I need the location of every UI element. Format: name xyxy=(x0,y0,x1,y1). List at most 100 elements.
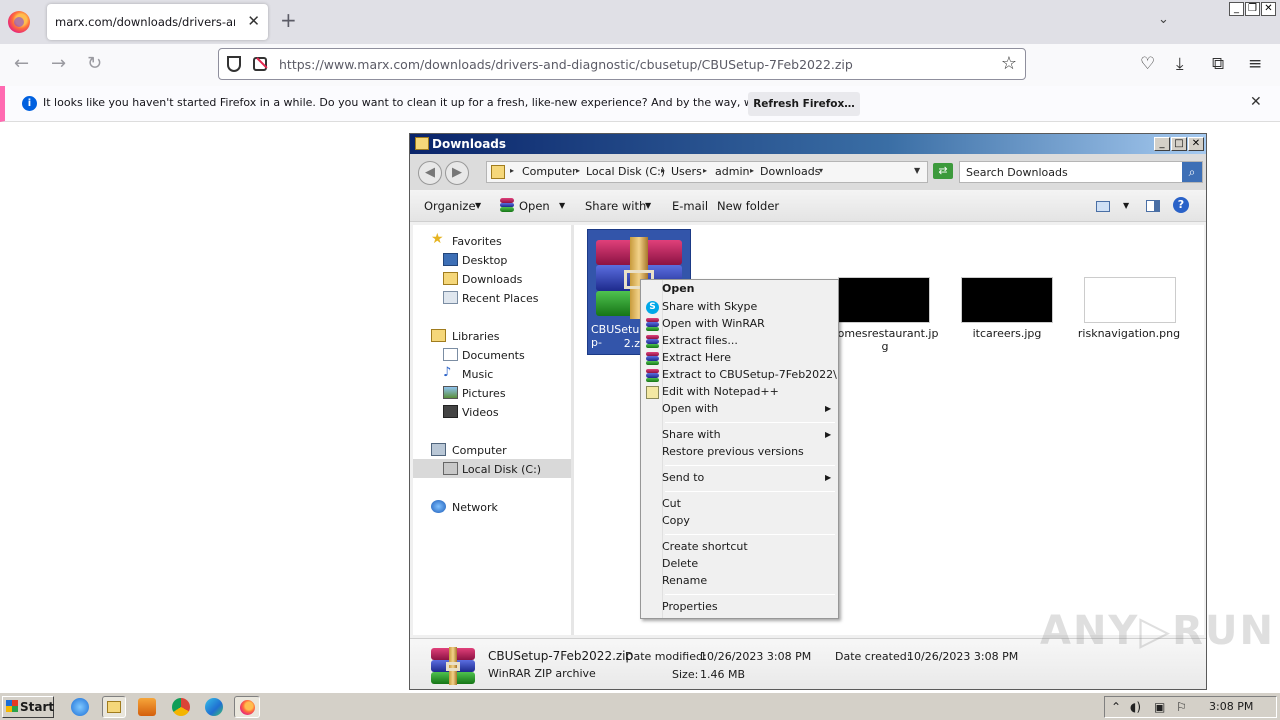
breadcrumb-arrow-icon[interactable]: ▸ xyxy=(661,166,665,175)
search-input[interactable]: Search Downloads ⌕ xyxy=(959,161,1203,183)
image-thumbnail xyxy=(961,277,1053,323)
url-text[interactable]: https://www.marx.com/downloads/drivers-a… xyxy=(279,57,853,72)
bookmark-star-icon[interactable]: ☆ xyxy=(1001,53,1017,74)
menu-item-rename[interactable]: Rename xyxy=(662,574,707,587)
menu-item-share-with-skype[interactable]: Share with Skype xyxy=(662,300,757,313)
breadcrumb-arrow-icon[interactable]: ▸ xyxy=(510,166,514,175)
nav-pictures[interactable]: Pictures xyxy=(462,387,506,400)
edge-icon[interactable] xyxy=(205,698,223,716)
new-tab-button[interactable]: + xyxy=(280,10,297,30)
nav-computer[interactable]: Computer xyxy=(452,444,507,457)
explorer-taskbar-button[interactable] xyxy=(102,696,126,718)
internet-explorer-icon[interactable] xyxy=(71,698,89,716)
action-center-flag-icon[interactable]: ⚐ xyxy=(1176,700,1187,714)
help-icon[interactable]: ? xyxy=(1173,197,1189,213)
breadcrumb-arrow-icon[interactable]: ▸ xyxy=(576,166,580,175)
explorer-close-button[interactable]: ✕ xyxy=(1188,137,1204,151)
organize-button[interactable]: Organize xyxy=(424,199,476,213)
context-menu: Open S Share with Skype Open with WinRAR… xyxy=(640,279,839,619)
nav-recent-places[interactable]: Recent Places xyxy=(462,292,539,305)
tray-expand-icon[interactable]: ⌃ xyxy=(1111,700,1121,714)
menu-item-extract-files[interactable]: Extract files... xyxy=(662,334,738,347)
menu-item-extract-to[interactable]: Extract to CBUSetup-7Feb2022\ xyxy=(662,368,837,381)
preview-pane-icon[interactable] xyxy=(1146,200,1160,212)
menu-item-share-with[interactable]: Share with xyxy=(662,428,721,441)
menu-item-open[interactable]: Open xyxy=(662,282,695,295)
share-with-button[interactable]: Share with xyxy=(585,199,646,213)
clock[interactable]: 3:08 PM xyxy=(1209,700,1253,713)
nav-music[interactable]: Music xyxy=(462,368,493,381)
breadcrumb-arrow-icon[interactable]: ▾ xyxy=(819,166,823,175)
explorer-maximize-button[interactable]: □ xyxy=(1171,137,1187,151)
organize-dropdown-icon[interactable]: ▼ xyxy=(475,201,481,210)
menu-item-open-with[interactable]: Open with xyxy=(662,402,718,415)
chrome-icon[interactable] xyxy=(172,698,190,716)
breadcrumb-users[interactable]: Users xyxy=(671,165,702,178)
new-folder-button[interactable]: New folder xyxy=(717,199,779,213)
menu-item-extract-here[interactable]: Extract Here xyxy=(662,351,731,364)
extensions-icon[interactable]: ⧉ xyxy=(1212,54,1224,74)
nav-local-disk[interactable]: Local Disk (C:) xyxy=(462,463,541,476)
tab-list-chevron-icon[interactable]: ⌄ xyxy=(1158,12,1169,27)
menu-item-edit-with-notepadpp[interactable]: Edit with Notepad++ xyxy=(662,385,779,398)
nav-desktop[interactable]: Desktop xyxy=(462,254,507,267)
refresh-icon[interactable]: ⇄ xyxy=(933,163,953,179)
winrar-icon xyxy=(646,352,659,365)
menu-item-open-with-winrar[interactable]: Open with WinRAR xyxy=(662,317,765,330)
explorer-title-bar[interactable]: Downloads _ □ ✕ xyxy=(410,134,1206,154)
browser-restore-button[interactable]: ❐ xyxy=(1245,2,1260,16)
menu-item-copy[interactable]: Copy xyxy=(662,514,690,527)
tracking-shield-icon[interactable] xyxy=(227,56,241,72)
network-tray-icon[interactable]: ▣ xyxy=(1154,700,1165,714)
menu-item-delete[interactable]: Delete xyxy=(662,557,698,570)
change-view-icon[interactable] xyxy=(1096,201,1110,212)
explorer-back-icon[interactable]: ◀ xyxy=(418,161,442,185)
back-arrow-icon[interactable]: ← xyxy=(14,54,29,74)
hamburger-menu-icon[interactable]: ≡ xyxy=(1248,54,1262,74)
browser-tab-active[interactable]: marx.com/downloads/drivers-and-diagn ✕ xyxy=(47,4,268,40)
notification-close-icon[interactable]: ✕ xyxy=(1250,94,1262,110)
browser-close-button[interactable]: ✕ xyxy=(1261,2,1276,16)
reload-icon[interactable]: ↻ xyxy=(87,54,102,74)
address-history-dropdown-icon[interactable]: ▼ xyxy=(914,166,920,175)
system-tray: ⌃ ◖) ▣ ⚐ 3:08 PM xyxy=(1104,696,1277,718)
firefox-taskbar-button[interactable] xyxy=(234,696,260,718)
breadcrumb-arrow-icon[interactable]: ▸ xyxy=(750,166,754,175)
url-bar[interactable]: https://www.marx.com/downloads/drivers-a… xyxy=(218,48,1026,80)
explorer-forward-icon[interactable]: ▶ xyxy=(445,161,469,185)
menu-item-create-shortcut[interactable]: Create shortcut xyxy=(662,540,748,553)
breadcrumb-downloads[interactable]: Downloads xyxy=(760,165,820,178)
start-button[interactable]: Start xyxy=(2,696,54,718)
nav-downloads[interactable]: Downloads xyxy=(462,273,522,286)
refresh-firefox-button[interactable]: Refresh Firefox… xyxy=(748,92,860,116)
menu-item-cut[interactable]: Cut xyxy=(662,497,681,510)
menu-item-properties[interactable]: Properties xyxy=(662,600,718,613)
menu-item-send-to[interactable]: Send to xyxy=(662,471,704,484)
pocket-icon[interactable]: ♡ xyxy=(1140,54,1155,74)
email-button[interactable]: E-mail xyxy=(672,199,708,213)
search-icon[interactable]: ⌕ xyxy=(1182,162,1202,182)
menu-item-restore-previous-versions[interactable]: Restore previous versions xyxy=(662,445,804,458)
media-player-icon[interactable] xyxy=(138,698,156,716)
breadcrumb-admin[interactable]: admin xyxy=(715,165,749,178)
breadcrumb-arrow-icon[interactable]: ▸ xyxy=(703,166,707,175)
tab-close-icon[interactable]: ✕ xyxy=(247,12,260,30)
downloads-icon[interactable]: ⤓ xyxy=(1176,54,1184,74)
volume-icon[interactable]: ◖) xyxy=(1130,700,1141,714)
nav-libraries[interactable]: Libraries xyxy=(452,330,500,343)
browser-minimize-button[interactable]: _ xyxy=(1229,2,1244,16)
nav-favorites[interactable]: Favorites xyxy=(452,235,502,248)
breadcrumb[interactable]: ▸ Computer ▸ Local Disk (C:) ▸ Users ▸ a… xyxy=(486,161,928,183)
explorer-minimize-button[interactable]: _ xyxy=(1154,137,1170,151)
view-dropdown-icon[interactable]: ▼ xyxy=(1123,201,1129,210)
insecure-lock-icon[interactable] xyxy=(253,57,267,71)
nav-documents[interactable]: Documents xyxy=(462,349,525,362)
nav-videos[interactable]: Videos xyxy=(462,406,499,419)
breadcrumb-local-disk[interactable]: Local Disk (C:) xyxy=(586,165,665,178)
open-button[interactable]: Open xyxy=(519,199,550,213)
forward-arrow-icon[interactable]: → xyxy=(51,54,66,74)
breadcrumb-computer[interactable]: Computer xyxy=(522,165,577,178)
open-dropdown-icon[interactable]: ▼ xyxy=(559,201,565,210)
nav-network[interactable]: Network xyxy=(452,501,498,514)
share-with-dropdown-icon[interactable]: ▼ xyxy=(645,201,651,210)
